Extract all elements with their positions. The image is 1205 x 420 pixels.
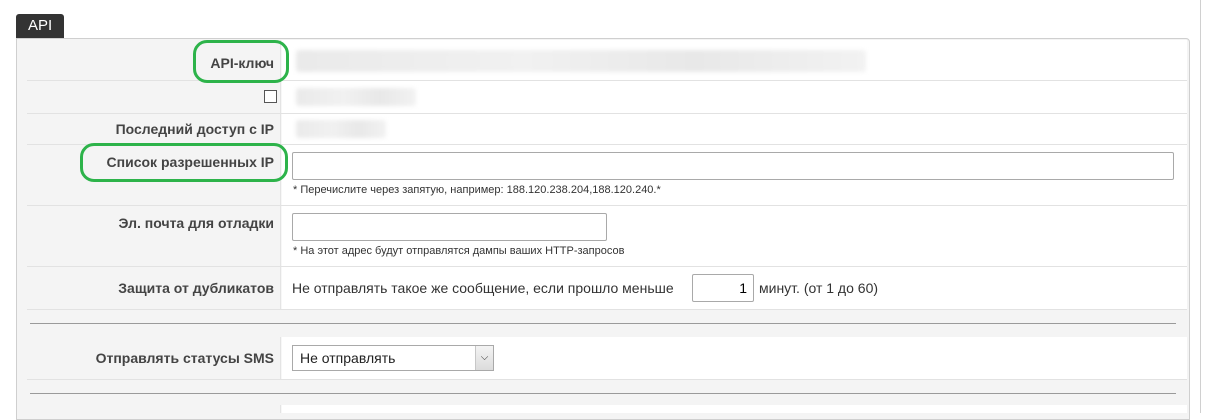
row-last-ip: Последний доступ с IP [27,114,1187,145]
debug-email-hint: * На этот адрес будут отправлятся дампы … [293,245,625,257]
last-ip-label-text: Последний доступ с IP [115,121,274,137]
debug-email-label: Эл. почта для отладки [27,206,281,266]
duplicates-prefix: Не отправлять такое же сообщение, если п… [292,280,674,296]
api-key-highlight [193,40,289,83]
checkbox-text-redacted [296,88,416,106]
duplicates-minutes-input[interactable] [692,274,754,302]
row-checkbox [27,81,1187,114]
sms-status-label: Отправлять статусы SMS [27,337,281,379]
sms-status-select[interactable]: Не отправлять ⌵ [292,345,494,371]
frame-border [1200,0,1201,413]
duplicates-label: Защита от дубликатов [27,267,281,309]
checkbox-value [282,81,1187,113]
allowed-ip-highlight [80,143,288,182]
row-next [27,405,1187,413]
row-debug-email: Эл. почта для отладки * На этот адрес бу… [27,206,1187,267]
last-ip-label: Последний доступ с IP [27,114,281,144]
row-duplicates: Защита от дубликатов Не отправлять такое… [27,267,1187,310]
chevron-down-icon[interactable]: ⌵ [475,346,493,370]
last-ip-value [282,114,1187,144]
checkbox-label-cell [27,81,281,113]
api-settings-frame: API API-ключ Последний доступ с IP Списо… [0,0,1205,420]
api-key-value [282,40,1187,80]
debug-email-content: * На этот адрес будут отправлятся дампы … [282,206,1187,266]
allowed-ip-input[interactable] [292,152,1174,180]
row-sms-status: Отправлять статусы SMS Не отправлять ⌵ [27,337,1187,380]
duplicates-content: Не отправлять такое же сообщение, если п… [282,267,1187,309]
allowed-ip-hint: * Перечислите через запятую, например: 1… [293,184,661,196]
last-ip-redacted [296,120,386,138]
duplicates-suffix: минут. (от 1 до 60) [759,280,879,296]
section-divider-bottom [30,393,1176,394]
next-row-content [282,405,1187,413]
section-divider [30,323,1176,324]
debug-email-input[interactable] [292,213,607,241]
sms-status-content: Не отправлять ⌵ [282,337,1187,379]
option-checkbox[interactable] [264,90,277,103]
api-key-redacted [296,50,866,72]
sms-status-selected: Не отправлять [300,350,396,366]
api-tab[interactable]: API [16,14,65,38]
sms-status-label-text: Отправлять статусы SMS [95,350,274,366]
duplicates-label-text: Защита от дубликатов [118,280,274,296]
debug-email-label-text: Эл. почта для отладки [118,215,275,231]
allowed-ip-content: * Перечислите через запятую, например: 1… [282,145,1187,205]
next-row-label [27,405,281,413]
